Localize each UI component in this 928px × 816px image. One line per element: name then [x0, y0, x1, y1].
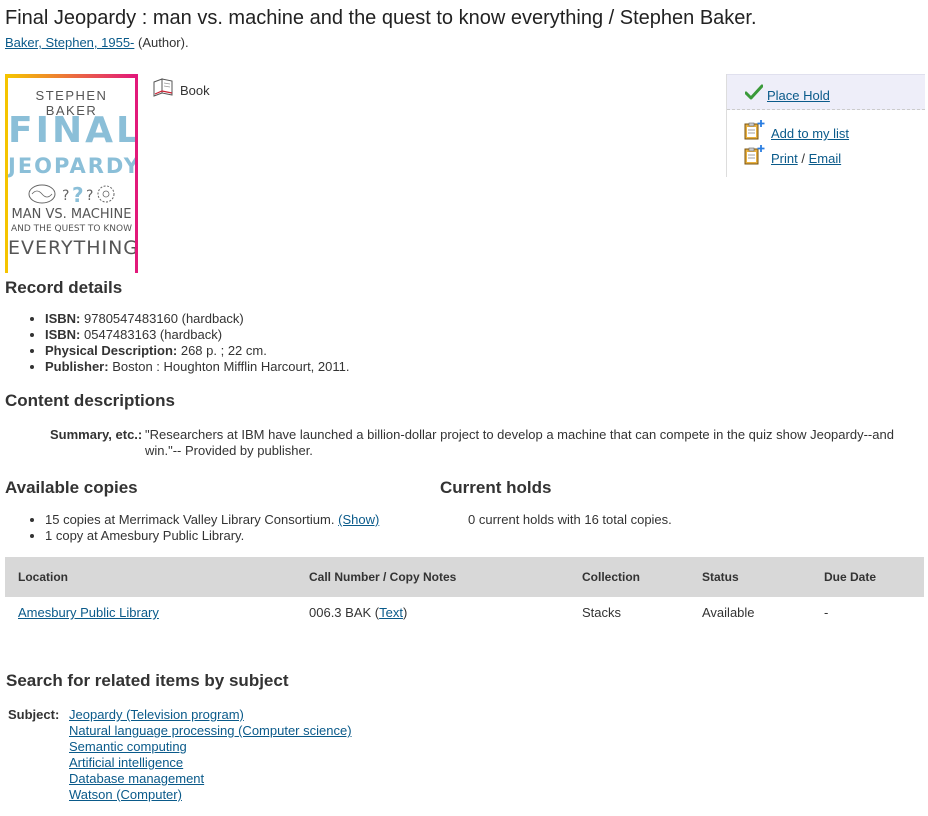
- place-hold-row: Place Hold: [727, 74, 925, 110]
- show-copies-link[interactable]: (Show): [338, 512, 379, 527]
- author-role: (Author).: [138, 35, 189, 50]
- copies-table: Location Call Number / Copy Notes Collec…: [5, 557, 924, 628]
- cover-title-line2: JEOPARDY: [8, 154, 138, 178]
- subject-label: Subject:: [8, 707, 60, 722]
- format-label: Book: [180, 82, 210, 98]
- cover-title-line3: MAN VS. MACHINE: [11, 207, 132, 222]
- column-header-call-number: Call Number / Copy Notes: [296, 557, 569, 597]
- content-descriptions-heading: Content descriptions: [5, 391, 176, 410]
- open-book-icon: [153, 78, 173, 97]
- column-header-location: Location: [5, 557, 296, 597]
- copies-item: 15 copies at Merrimack Valley Library Co…: [45, 512, 379, 528]
- cover-image[interactable]: STEPHEN BAKER FINAL JEOPARDY ? ? ? MAN V…: [5, 74, 138, 273]
- add-to-list-row: Add to my list: [727, 118, 925, 141]
- cover-stripe: [8, 74, 135, 78]
- subject-link[interactable]: Natural language processing (Computer sc…: [69, 723, 352, 738]
- current-holds-heading: Current holds: [440, 478, 552, 497]
- clipboard-add-icon: [744, 119, 765, 139]
- available-copies-list: 15 copies at Merrimack Valley Library Co…: [5, 512, 379, 544]
- email-link[interactable]: Email: [809, 151, 842, 166]
- record-details-list: ISBN: 9780547483160 (hardback) ISBN: 054…: [5, 311, 349, 375]
- available-copies-heading: Available copies: [5, 478, 138, 497]
- location-link[interactable]: Amesbury Public Library: [18, 605, 159, 620]
- summary-label: Summary, etc.:: [50, 427, 143, 442]
- print-email-row: Print / Email: [727, 143, 925, 166]
- column-header-status: Status: [689, 557, 811, 597]
- clipboard-print-icon: [744, 144, 765, 164]
- svg-text:?: ?: [62, 188, 69, 204]
- print-email-links: Print / Email: [771, 151, 841, 166]
- table-row: Amesbury Public Library 006.3 BAK (Text)…: [5, 597, 924, 628]
- subject-link[interactable]: Semantic computing: [69, 739, 187, 754]
- checkmark-icon: [745, 84, 763, 100]
- collection-cell: Stacks: [582, 605, 622, 620]
- subject-list: Jeopardy (Television program) Natural la…: [69, 707, 352, 803]
- subject-block: Subject: Jeopardy (Television program) N…: [8, 707, 352, 803]
- column-header-due-date: Due Date: [811, 557, 924, 597]
- column-header-collection: Collection: [569, 557, 689, 597]
- cover-title-line5: EVERYTHING: [8, 237, 138, 259]
- subject-link[interactable]: Database management: [69, 771, 204, 786]
- status-cell: Available: [702, 605, 755, 620]
- place-hold-link[interactable]: Place Hold: [767, 88, 830, 103]
- subject-link[interactable]: Watson (Computer): [69, 787, 182, 802]
- record-title: Final Jeopardy : man vs. machine and the…: [5, 7, 757, 29]
- record-detail-item: Physical Description: 268 p. ; 22 cm.: [45, 343, 349, 359]
- record-detail-item: ISBN: 0547483163 (hardback): [45, 327, 349, 343]
- svg-text:?: ?: [72, 183, 84, 207]
- subject-link[interactable]: Jeopardy (Television program): [69, 707, 244, 722]
- cover-title-line1: FINAL: [8, 110, 138, 151]
- author-link[interactable]: Baker, Stephen, 1955-: [5, 35, 134, 50]
- call-number-text-link[interactable]: Text: [379, 605, 403, 620]
- cover-brain-illustration: ? ? ?: [28, 183, 115, 207]
- table-header-row: Location Call Number / Copy Notes Collec…: [5, 557, 924, 597]
- print-email-separator: /: [801, 151, 805, 166]
- summary-text: "Researchers at IBM have launched a bill…: [145, 427, 894, 458]
- add-to-list-link[interactable]: Add to my list: [771, 126, 849, 141]
- record-detail-item: Publisher: Boston : Houghton Mifflin Har…: [45, 359, 349, 375]
- author-line: Baker, Stephen, 1955- (Author).: [5, 35, 189, 50]
- location-cell: Amesbury Public Library: [5, 597, 296, 628]
- summary-row: Summary, etc.: "Researchers at IBM have …: [50, 427, 900, 459]
- due-date-cell: -: [824, 605, 829, 620]
- call-number-cell: 006.3 BAK (Text): [309, 605, 408, 620]
- format-indicator: Book: [152, 76, 210, 98]
- record-detail-item: ISBN: 9780547483160 (hardback): [45, 311, 349, 327]
- record-details-heading: Record details: [5, 278, 123, 297]
- current-holds-text: 0 current holds with 16 total copies.: [468, 512, 672, 527]
- record-actions: Place Hold Add to my list Print / Email: [726, 74, 925, 177]
- cover-title-line4: AND THE QUEST TO KNOW: [11, 224, 132, 234]
- copies-item: 1 copy at Amesbury Public Library.: [45, 528, 379, 544]
- subject-link[interactable]: Artificial intelligence: [69, 755, 183, 770]
- print-link[interactable]: Print: [771, 151, 798, 166]
- svg-text:?: ?: [86, 188, 93, 204]
- related-subjects-heading: Search for related items by subject: [6, 671, 289, 690]
